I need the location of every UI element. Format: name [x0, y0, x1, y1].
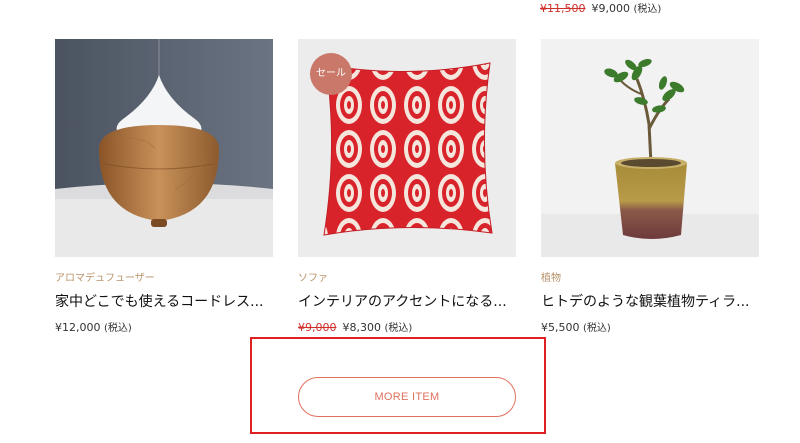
product-price: ¥5,500 — [541, 321, 580, 334]
top-item-price: ¥11,500 ¥9,000 (税込) — [540, 0, 661, 15]
product-tax-note: (税込) — [583, 323, 611, 334]
product-tax-note: (税込) — [384, 323, 413, 334]
product-card[interactable]: セール ソファ インテリアのアクセントになる... ¥9,000 ¥8,300 (… — [298, 39, 516, 334]
product-price: ¥12,000 — [55, 321, 101, 334]
product-tax-note: (税込) — [104, 323, 132, 334]
product-name[interactable]: インテリアのアクセントになる... — [298, 291, 516, 311]
product-original-price: ¥9,000 — [298, 321, 337, 334]
product-name[interactable]: ヒトデのような観葉植物ティラ... — [541, 291, 759, 311]
product-image-aroma-diffuser[interactable] — [55, 39, 273, 257]
product-category: アロマデュフューザー — [55, 273, 155, 284]
product-price-row: ¥5,500 (税込) — [541, 319, 759, 334]
product-name[interactable]: 家中どこでも使えるコードレス... — [55, 291, 273, 311]
product-image-plant[interactable] — [541, 39, 759, 257]
more-item-button[interactable]: MORE ITEM — [298, 377, 516, 417]
product-category: ソファ — [298, 273, 328, 284]
product-price-row: ¥12,000 (税込) — [55, 319, 273, 334]
top-item-sale-price: ¥9,000 — [591, 2, 631, 15]
product-category: 植物 — [541, 273, 561, 284]
top-item-original-price: ¥11,500 — [540, 2, 586, 15]
top-item-tax-note: (税込) — [633, 4, 662, 15]
product-price: ¥8,300 — [342, 321, 382, 334]
product-price-row: ¥9,000 ¥8,300 (税込) — [298, 319, 516, 334]
product-image-cushion[interactable]: セール — [298, 39, 516, 257]
product-card[interactable]: アロマデュフューザー 家中どこでも使えるコードレス... ¥12,000 (税込… — [55, 39, 273, 334]
product-card[interactable]: 植物 ヒトデのような観葉植物ティラ... ¥5,500 (税込) — [541, 39, 759, 334]
sale-badge: セール — [310, 53, 352, 95]
